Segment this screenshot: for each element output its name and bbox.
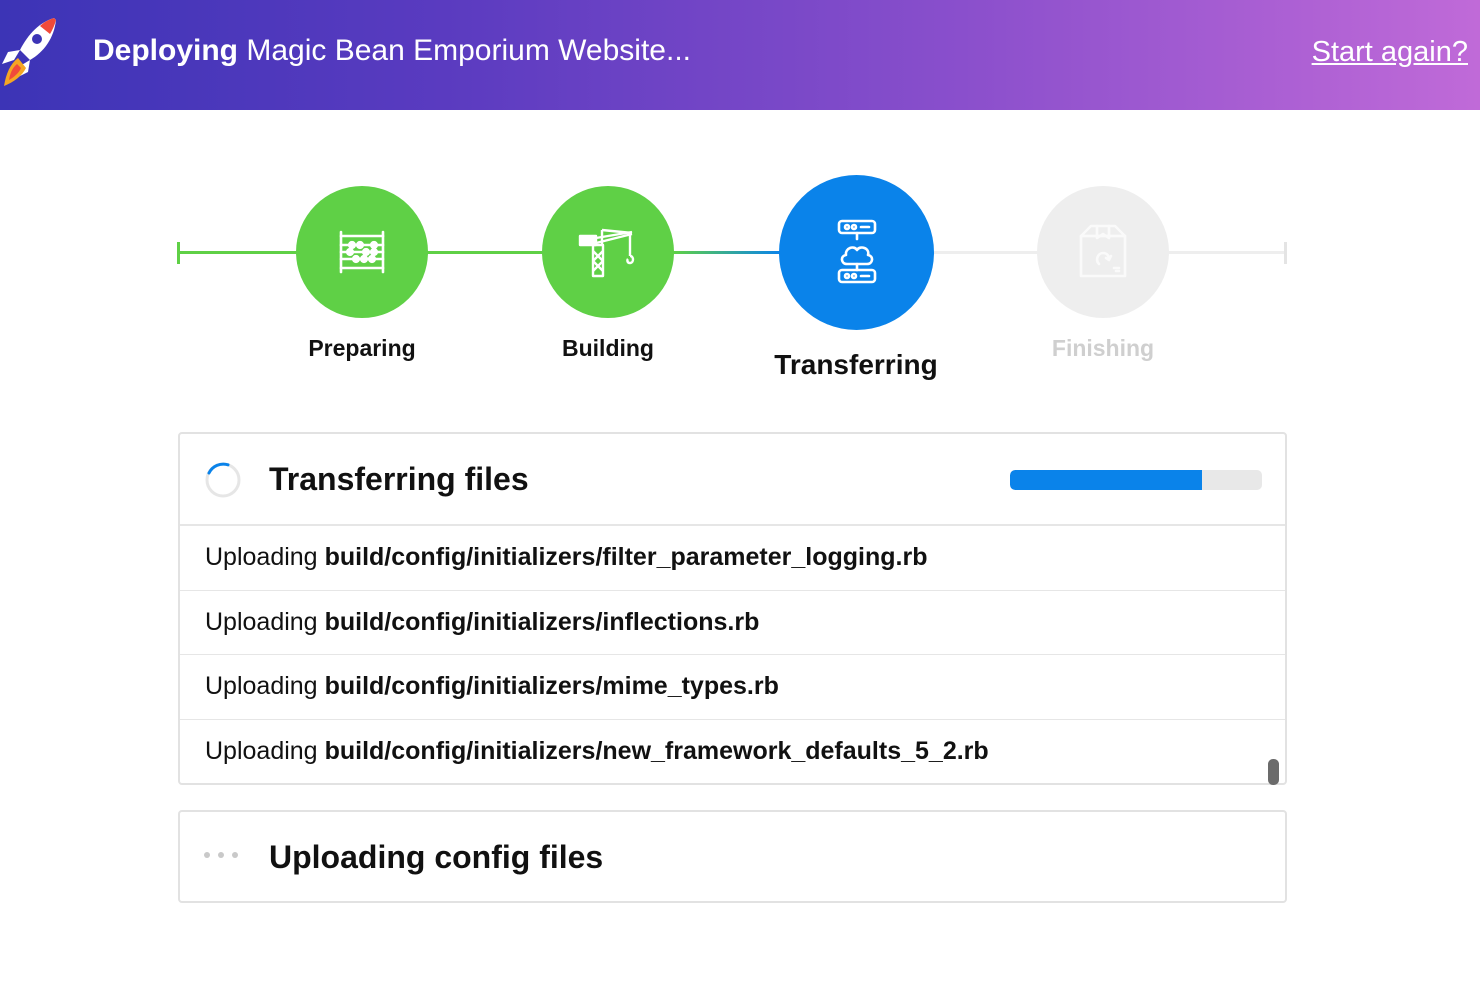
file-path: build/config/initializers/filter_paramet… bbox=[324, 543, 928, 572]
upload-config-title: Uploading config files bbox=[269, 839, 604, 875]
step-label-transferring: Transferring bbox=[774, 349, 938, 380]
track-active bbox=[674, 251, 780, 254]
package-icon bbox=[1079, 224, 1127, 278]
transfer-progress-fill bbox=[1010, 470, 1202, 490]
upload-verb: Uploading bbox=[205, 672, 318, 701]
file-path: build/config/initializers/inflections.rb bbox=[324, 607, 760, 636]
transfer-progress-bar bbox=[1010, 470, 1262, 490]
transfer-files-panel: Transferring files Uploading build/config… bbox=[178, 432, 1287, 785]
log-scrollbar[interactable] bbox=[1268, 759, 1279, 785]
upload-verb: Uploading bbox=[205, 607, 318, 636]
step-label-building: Building bbox=[562, 335, 654, 361]
cloud-server-icon bbox=[837, 219, 876, 283]
list-item: Uploading build/config/initializers/new_f… bbox=[180, 720, 1285, 785]
upload-log-list[interactable]: Uploading build/config/initializers/filte… bbox=[180, 526, 1285, 784]
step-label-finishing: Finishing bbox=[1051, 335, 1155, 361]
transfer-files-title: Transferring files bbox=[269, 461, 529, 497]
list-item: Uploading build/config/initializers/mime_… bbox=[180, 655, 1285, 720]
step-transferring bbox=[779, 175, 934, 330]
list-item: Uploading build/config/initializers/infle… bbox=[180, 591, 1285, 655]
file-path: build/config/initializers/new_framework_… bbox=[324, 737, 989, 766]
transfer-files-header: Transferring files bbox=[180, 434, 1285, 526]
loading-spinner-icon bbox=[205, 462, 241, 498]
upload-verb: Uploading bbox=[205, 737, 318, 766]
upload-config-panel: Uploading config files bbox=[178, 810, 1287, 903]
progress-stepper: Preparing Building Transferring Finishin… bbox=[0, 0, 1480, 420]
step-finishing bbox=[1037, 186, 1169, 318]
step-preparing bbox=[296, 186, 428, 318]
step-building bbox=[542, 186, 674, 318]
crane-icon bbox=[578, 228, 635, 278]
track-end-tick bbox=[1284, 242, 1287, 264]
upload-config-header: Uploading config files bbox=[180, 812, 1285, 904]
pending-dots-icon bbox=[204, 852, 238, 858]
abacus-icon bbox=[339, 230, 385, 274]
list-item: Uploading build/config/initializers/filte… bbox=[180, 526, 1285, 591]
upload-verb: Uploading bbox=[205, 543, 318, 572]
step-label-preparing: Preparing bbox=[308, 335, 416, 361]
file-path: build/config/initializers/mime_types.rb bbox=[324, 672, 779, 701]
